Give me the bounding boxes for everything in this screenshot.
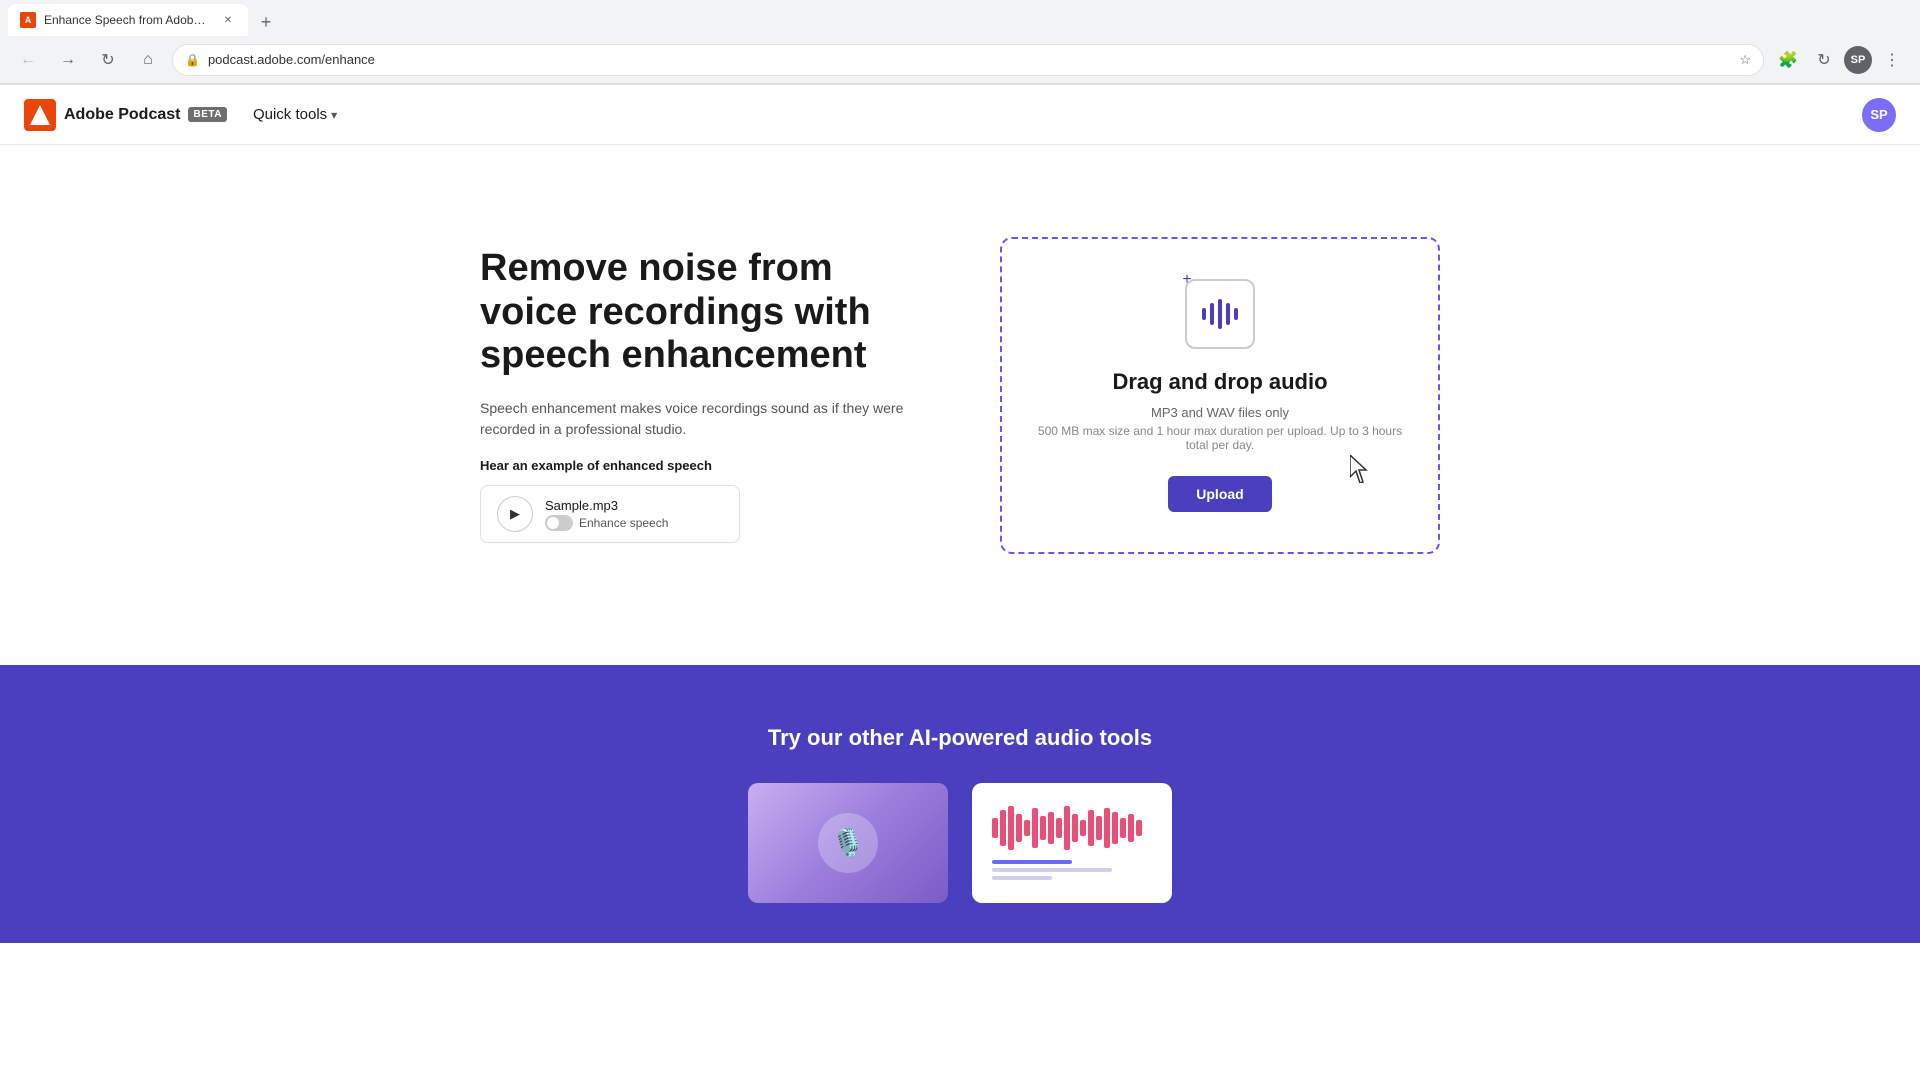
audio-bars bbox=[1202, 299, 1238, 329]
microphone-icon: 🎙️ bbox=[831, 827, 866, 860]
user-initials: SP bbox=[1870, 107, 1887, 122]
enhance-toggle-row: Enhance speech bbox=[545, 515, 723, 531]
bar4 bbox=[1226, 303, 1230, 325]
extensions-button[interactable]: 🧩 bbox=[1772, 44, 1804, 76]
sync-icon[interactable]: ↻ bbox=[1808, 44, 1840, 76]
sample-player: ▶ Sample.mp3 Enhance speech bbox=[480, 485, 740, 543]
address-bar-icons: ☆ bbox=[1739, 52, 1751, 68]
podcast-tool-card[interactable]: 🎙️ bbox=[748, 783, 948, 903]
forward-button[interactable]: → bbox=[52, 44, 84, 76]
hero-title: Remove noise from voice recordings with … bbox=[480, 247, 920, 378]
podcast-icon-wrap: 🎙️ bbox=[818, 813, 878, 873]
menu-button[interactable]: ⋮ bbox=[1876, 44, 1908, 76]
drop-title: Drag and drop audio bbox=[1112, 369, 1327, 395]
lock-icon: 🔒 bbox=[185, 53, 200, 67]
bookmark-icon: ☆ bbox=[1739, 52, 1751, 68]
bar5 bbox=[1234, 308, 1238, 320]
bar2 bbox=[1210, 303, 1214, 325]
bar3 bbox=[1218, 299, 1222, 329]
browser-actions: 🧩 ↻ SP ⋮ bbox=[1772, 44, 1908, 76]
hero-description: Speech enhancement makes voice recording… bbox=[480, 398, 920, 440]
quick-tools-label: Quick tools bbox=[253, 106, 327, 123]
quick-tools-button[interactable]: Quick tools ▾ bbox=[243, 100, 347, 129]
app-name: Adobe Podcast bbox=[64, 106, 180, 124]
bottom-section: Try our other AI-powered audio tools 🎙️ bbox=[0, 665, 1920, 943]
new-tab-button[interactable]: + bbox=[252, 8, 280, 36]
back-button[interactable]: ← bbox=[12, 44, 44, 76]
tab-close-button[interactable]: ✕ bbox=[220, 12, 236, 28]
active-tab[interactable]: A Enhance Speech from Adobe | F... ✕ bbox=[8, 4, 248, 36]
enhance-toggle[interactable] bbox=[545, 515, 573, 531]
tab-title: Enhance Speech from Adobe | F... bbox=[44, 13, 212, 27]
enhance-speech-label: Enhance speech bbox=[579, 516, 668, 530]
upload-button-label: Upload bbox=[1196, 486, 1243, 502]
play-button[interactable]: ▶ bbox=[497, 496, 533, 532]
tab-favicon: A bbox=[20, 12, 36, 28]
app-header: Adobe Podcast BETA Quick tools ▾ SP bbox=[0, 85, 1920, 145]
upload-icon-wrap: + bbox=[1185, 279, 1255, 349]
profile-button[interactable]: SP bbox=[1844, 46, 1872, 74]
transcript-svg bbox=[987, 798, 1157, 888]
adobe-svg bbox=[30, 105, 50, 125]
plus-icon: + bbox=[1177, 271, 1197, 291]
beta-badge: BETA bbox=[188, 107, 226, 122]
adobe-icon bbox=[24, 99, 56, 131]
sample-info: Sample.mp3 Enhance speech bbox=[545, 498, 723, 531]
hear-example-label: Hear an example of enhanced speech bbox=[480, 458, 920, 473]
sample-filename: Sample.mp3 bbox=[545, 498, 723, 513]
address-bar[interactable]: 🔒 podcast.adobe.com/enhance ☆ bbox=[172, 44, 1764, 76]
bottom-section-title: Try our other AI-powered audio tools bbox=[40, 725, 1880, 751]
address-text: podcast.adobe.com/enhance bbox=[208, 52, 1731, 67]
file-types-text: MP3 and WAV files only bbox=[1151, 405, 1289, 420]
home-button[interactable]: ⌂ bbox=[132, 44, 164, 76]
upload-button[interactable]: Upload bbox=[1168, 476, 1271, 512]
size-limit-text: 500 MB max size and 1 hour max duration … bbox=[1032, 424, 1408, 452]
adobe-logo[interactable]: Adobe Podcast BETA bbox=[24, 99, 227, 131]
tools-grid: 🎙️ bbox=[40, 783, 1880, 903]
main-content: Remove noise from voice recordings with … bbox=[0, 145, 1920, 665]
chevron-down-icon: ▾ bbox=[331, 108, 337, 122]
hero-left: Remove noise from voice recordings with … bbox=[480, 247, 920, 543]
user-avatar[interactable]: SP bbox=[1862, 98, 1896, 132]
bar1 bbox=[1202, 308, 1206, 320]
reload-button[interactable]: ↻ bbox=[92, 44, 124, 76]
upload-zone[interactable]: + Drag and drop audio MP3 and WAV files … bbox=[1000, 237, 1440, 554]
transcript-tool-card[interactable] bbox=[972, 783, 1172, 903]
header-right: SP bbox=[1862, 98, 1896, 132]
